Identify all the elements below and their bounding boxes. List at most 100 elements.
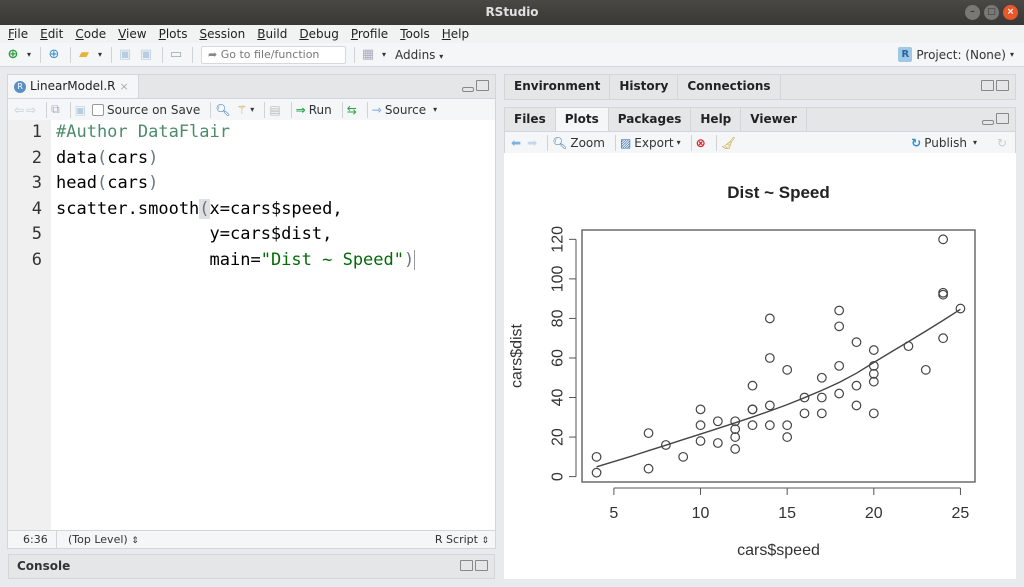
menu-profile[interactable]: Profile bbox=[345, 25, 394, 43]
minimize-window-button[interactable]: – bbox=[965, 5, 980, 20]
tab-plots[interactable]: Plots bbox=[555, 108, 609, 131]
goto-file-function-input[interactable]: ➦ Go to file/function bbox=[201, 45, 346, 64]
menu-edit[interactable]: Edit bbox=[34, 25, 69, 43]
zoom-button[interactable]: 🔍︎ Zoom bbox=[552, 136, 605, 150]
tab-environment[interactable]: Environment bbox=[505, 75, 611, 99]
menu-mnemonic: P bbox=[158, 27, 166, 41]
compile-report-icon[interactable]: ▤ bbox=[269, 103, 280, 117]
menu-mnemonic: E bbox=[40, 27, 48, 41]
menu-tools[interactable]: Tools bbox=[394, 25, 436, 43]
file-type-selector[interactable]: R Script ⇕ bbox=[435, 531, 489, 550]
rerun-icon[interactable]: ⇆ bbox=[347, 103, 357, 117]
minimize-plots-pane-icon[interactable] bbox=[982, 120, 994, 125]
checkbox-box bbox=[92, 103, 105, 116]
data-point bbox=[712, 438, 723, 448]
menu-file[interactable]: File bbox=[2, 25, 34, 43]
maximize-env-pane-icon[interactable] bbox=[996, 80, 1009, 91]
menu-debug[interactable]: Debug bbox=[293, 25, 344, 43]
y-tick-label: 0 bbox=[550, 472, 567, 481]
pane-layout-dropdown-icon[interactable]: ▾ bbox=[380, 46, 388, 64]
tab-files[interactable]: Files bbox=[505, 108, 556, 131]
scope-selector[interactable]: (Top Level) ⇕ bbox=[68, 531, 139, 550]
close-tab-icon[interactable]: × bbox=[119, 75, 128, 98]
source-on-save-label: Source on Save bbox=[107, 102, 201, 117]
publish-icon: ↻ bbox=[911, 135, 922, 150]
publish-button[interactable]: ↻ Publish ▾ bbox=[911, 136, 977, 150]
tab-packages[interactable]: Packages bbox=[609, 108, 692, 131]
code-tools-wand-icon[interactable]: ⚚ ▾ bbox=[237, 103, 255, 117]
menu-view[interactable]: View bbox=[112, 25, 152, 43]
refresh-plot-icon[interactable]: ↻ bbox=[997, 136, 1007, 150]
open-file-icon[interactable]: ▰ bbox=[75, 46, 93, 64]
menu-help[interactable]: Help bbox=[436, 25, 475, 43]
data-point bbox=[834, 321, 845, 332]
y-tick-label: 40 bbox=[550, 389, 567, 407]
y-tick-label: 60 bbox=[550, 349, 567, 367]
menu-plots[interactable]: Plots bbox=[153, 25, 194, 43]
pane-layout-icon[interactable]: ▦ bbox=[359, 46, 377, 64]
x-tick-label: 10 bbox=[692, 505, 710, 522]
scope-label: (Top Level) bbox=[68, 533, 128, 546]
maximize-pane-icon[interactable] bbox=[476, 80, 489, 91]
addins-label: Addins bbox=[395, 47, 436, 62]
save-file-icon[interactable]: ▣ bbox=[75, 103, 86, 117]
tab-viewer[interactable]: Viewer bbox=[741, 108, 807, 131]
publish-dropdown-icon: ▾ bbox=[972, 138, 977, 147]
menu-label-rest: uild bbox=[265, 27, 288, 41]
run-button[interactable]: ⇒ Run bbox=[296, 103, 332, 117]
project-menu-button[interactable]: R Project: (None) ▾ bbox=[898, 47, 1014, 62]
remove-plot-icon[interactable]: ⊗ bbox=[696, 136, 706, 150]
menu-label-rest: ebug bbox=[308, 27, 339, 41]
export-label: Export bbox=[634, 135, 674, 150]
console-pane[interactable]: Console bbox=[8, 554, 495, 579]
close-window-button[interactable]: × bbox=[1003, 5, 1018, 20]
source-dropdown-icon[interactable]: ▾ bbox=[433, 105, 437, 114]
maximize-window-button[interactable]: □ bbox=[984, 5, 999, 20]
tab-connections[interactable]: Connections bbox=[678, 75, 781, 99]
source-button[interactable]: ⇾ Source ▾ bbox=[372, 103, 437, 117]
data-point bbox=[782, 420, 793, 431]
cursor-position: 6:36 bbox=[23, 533, 48, 546]
code-text: #Author DataFlair bbox=[56, 122, 230, 142]
menu-mnemonic: V bbox=[118, 27, 127, 41]
find-replace-icon[interactable]: 🔍︎ bbox=[215, 103, 230, 117]
minimize-pane-icon[interactable] bbox=[462, 87, 474, 92]
data-point bbox=[678, 451, 689, 462]
source-label: Source bbox=[384, 102, 427, 117]
save-icon[interactable]: ▣ bbox=[116, 46, 134, 64]
restore-console-icon[interactable] bbox=[460, 560, 473, 571]
editor-statusbar: 6:36 (Top Level) ⇕ R Script ⇕ bbox=[8, 530, 495, 548]
data-point bbox=[868, 408, 879, 419]
new-file-dropdown-icon[interactable]: ▾ bbox=[25, 46, 33, 64]
menu-code[interactable]: Code bbox=[69, 25, 112, 43]
next-plot-icon[interactable]: ➡ bbox=[527, 136, 537, 150]
project-dropdown-icon: ▾ bbox=[1009, 50, 1014, 59]
new-project-icon[interactable]: ⊕ bbox=[45, 46, 63, 64]
maximize-console-icon[interactable] bbox=[475, 560, 488, 571]
data-point bbox=[834, 360, 845, 371]
previous-plot-icon[interactable]: ⬅ bbox=[511, 136, 521, 150]
tab-help[interactable]: Help bbox=[691, 108, 742, 131]
source-on-save-checkbox[interactable]: Source on Save bbox=[92, 103, 200, 117]
tab-linearmodel-r[interactable]: R LinearModel.R × bbox=[8, 75, 139, 98]
show-in-new-window-icon[interactable]: ⧉ bbox=[51, 102, 60, 117]
open-file-dropdown-icon[interactable]: ▾ bbox=[96, 46, 104, 64]
save-all-icon[interactable]: ▣ bbox=[137, 46, 155, 64]
code-editor[interactable]: 1 #Author DataFlair 2 data(cars) 3 head(cars)… bbox=[8, 120, 495, 530]
restore-env-pane-icon[interactable] bbox=[981, 80, 994, 91]
tab-history[interactable]: History bbox=[610, 75, 679, 99]
y-tick-label: 100 bbox=[550, 265, 567, 292]
forward-arrow-icon[interactable]: ⇨ bbox=[26, 103, 36, 117]
back-arrow-icon[interactable]: ⇦ bbox=[14, 103, 24, 117]
export-button[interactable]: ▨ Export ▾ bbox=[620, 136, 681, 150]
menu-label-rest: dit bbox=[47, 27, 64, 41]
menu-build[interactable]: Build bbox=[251, 25, 293, 43]
addins-button[interactable]: Addins ▾ bbox=[395, 48, 443, 62]
maximize-plots-pane-icon[interactable] bbox=[996, 113, 1009, 124]
menu-label-rest: ode bbox=[83, 27, 107, 41]
menu-session[interactable]: Session bbox=[193, 25, 251, 43]
window-title: RStudio bbox=[485, 5, 539, 19]
new-file-icon[interactable]: ⊕ bbox=[4, 46, 22, 64]
print-icon[interactable]: ▭ bbox=[167, 46, 185, 64]
clear-all-plots-broom-icon[interactable]: 🧹︎ bbox=[721, 136, 736, 150]
